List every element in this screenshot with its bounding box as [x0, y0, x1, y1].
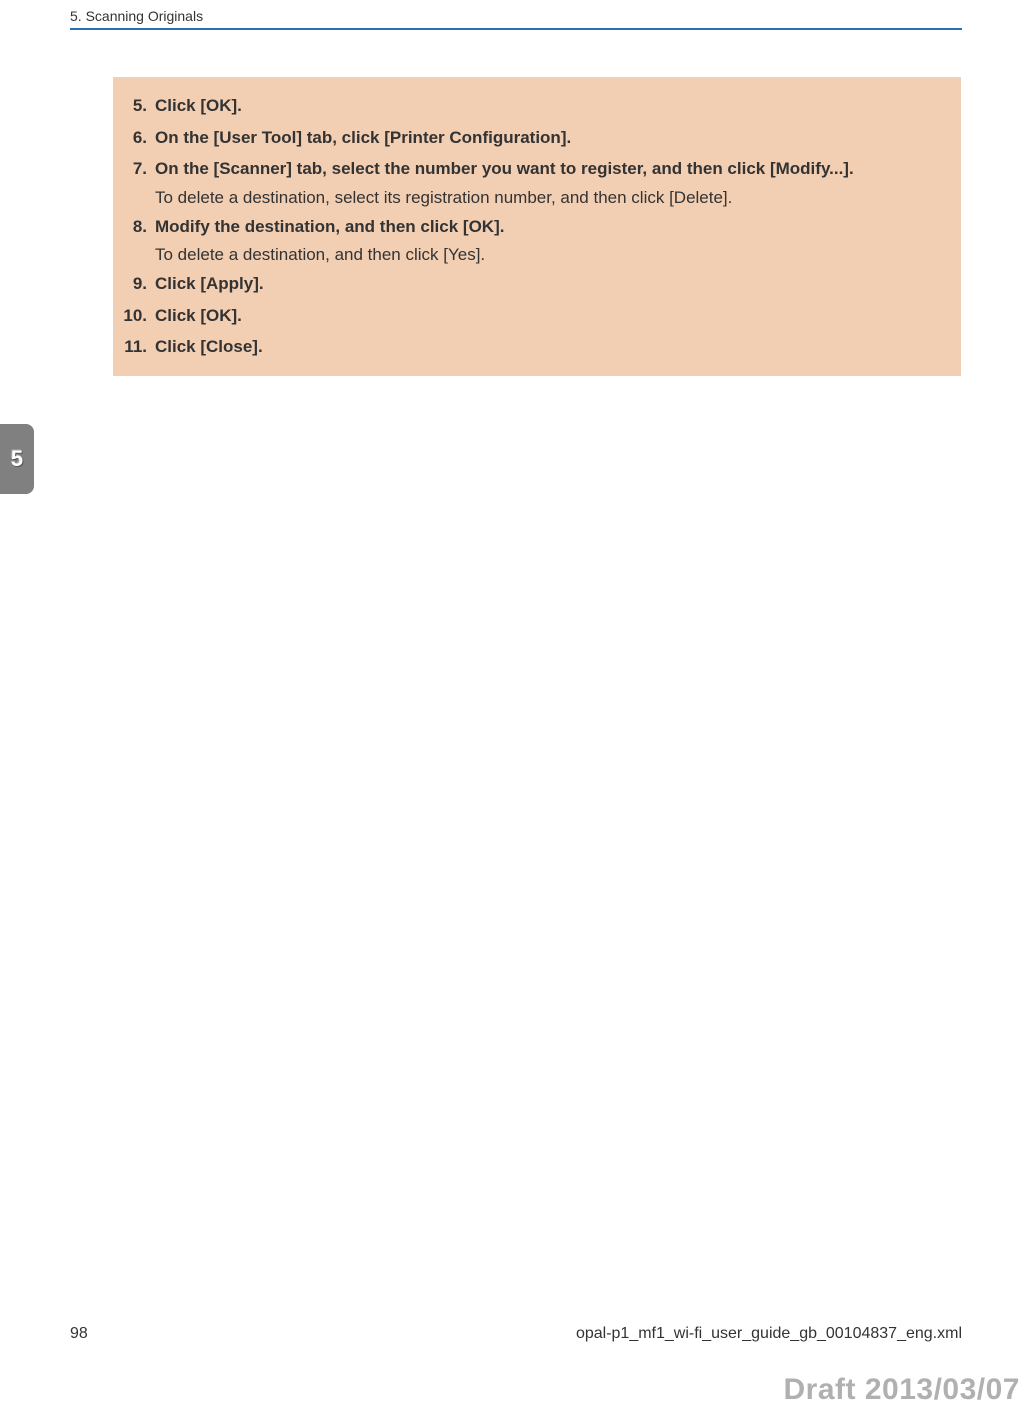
step-subtext: To delete a destination, and then click … — [155, 245, 943, 265]
step-text: Click [OK]. — [155, 93, 242, 119]
step-row: 5. Click [OK]. — [113, 93, 943, 119]
step-row: 8. Modify the destination, and then clic… — [113, 214, 943, 240]
step-text: Click [OK]. — [155, 303, 242, 329]
step-text: Click [Close]. — [155, 334, 263, 360]
chapter-number: 5 — [11, 446, 23, 472]
step-number: 10. — [113, 303, 147, 329]
step-number: 8. — [113, 214, 147, 240]
page-number: 98 — [70, 1325, 88, 1343]
step-number: 9. — [113, 271, 147, 297]
step-text: Modify the destination, and then click [… — [155, 214, 504, 240]
instruction-box: 5. Click [OK]. 6. On the [User Tool] tab… — [113, 77, 961, 376]
step-text: On the [Scanner] tab, select the number … — [155, 156, 854, 182]
chapter-tab: 5 — [0, 424, 34, 494]
step-number: 6. — [113, 125, 147, 151]
step-text: Click [Apply]. — [155, 271, 264, 297]
step-row: 10. Click [OK]. — [113, 303, 943, 329]
file-reference: opal-p1_mf1_wi-fi_user_guide_gb_00104837… — [576, 1325, 962, 1343]
step-row: 7. On the [Scanner] tab, select the numb… — [113, 156, 943, 182]
step-number: 7. — [113, 156, 147, 182]
draft-stamp: Draft 2013/03/07 — [784, 1373, 1021, 1407]
step-row: 6. On the [User Tool] tab, click [Printe… — [113, 125, 943, 151]
step-number: 11. — [113, 334, 147, 360]
step-subtext: To delete a destination, select its regi… — [155, 188, 943, 208]
step-text: On the [User Tool] tab, click [Printer C… — [155, 125, 571, 151]
step-number: 5. — [113, 93, 147, 119]
step-row: 11. Click [Close]. — [113, 334, 943, 360]
step-row: 9. Click [Apply]. — [113, 271, 943, 297]
section-header: 5. Scanning Originals — [70, 8, 203, 24]
header-rule — [70, 28, 962, 30]
